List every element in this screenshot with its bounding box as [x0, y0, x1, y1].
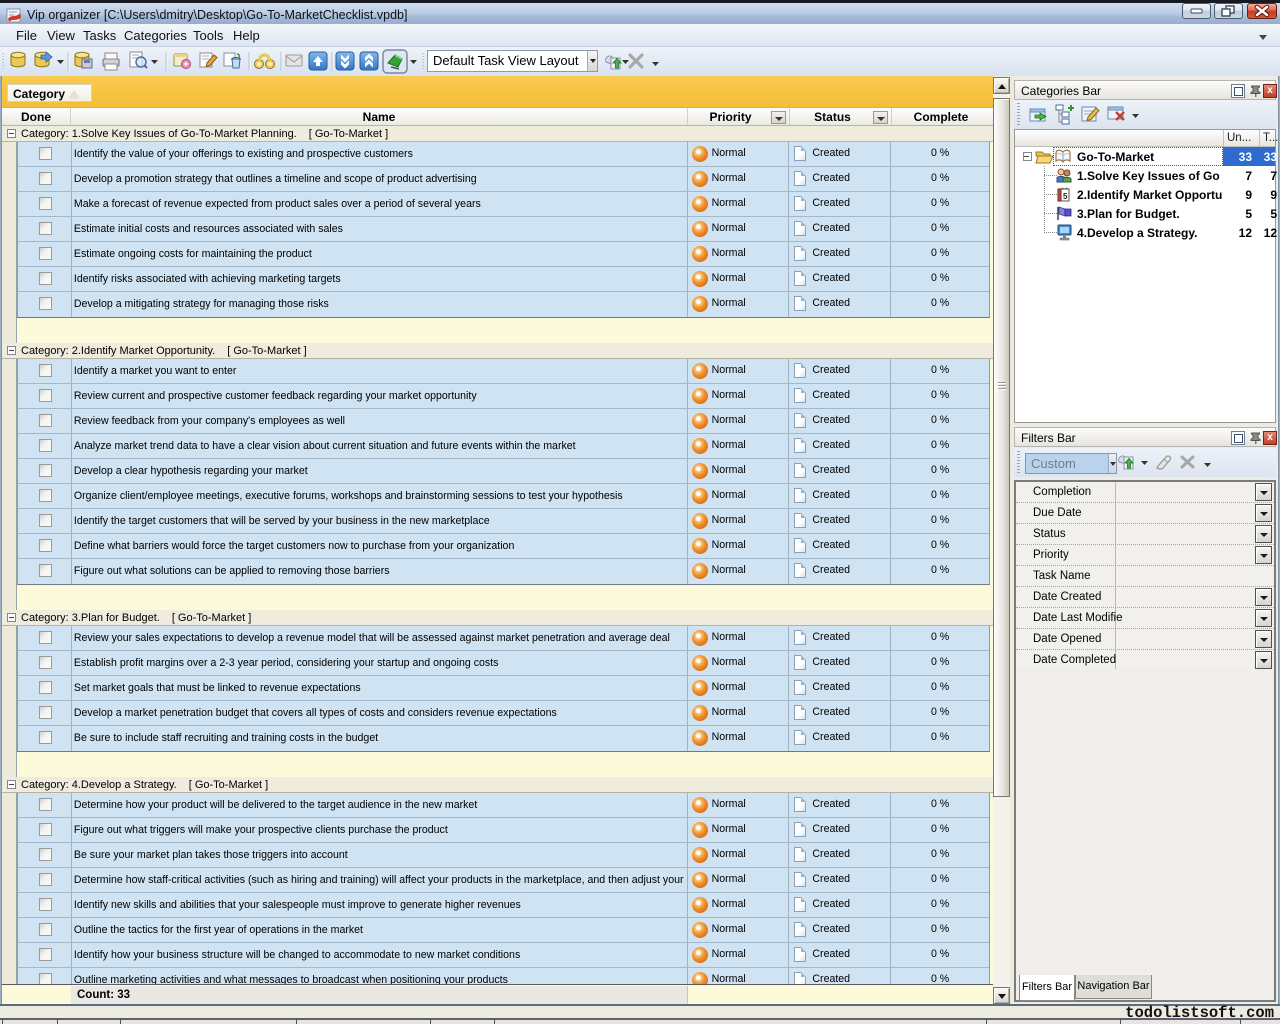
svg-text:5: 5 — [1063, 192, 1068, 201]
